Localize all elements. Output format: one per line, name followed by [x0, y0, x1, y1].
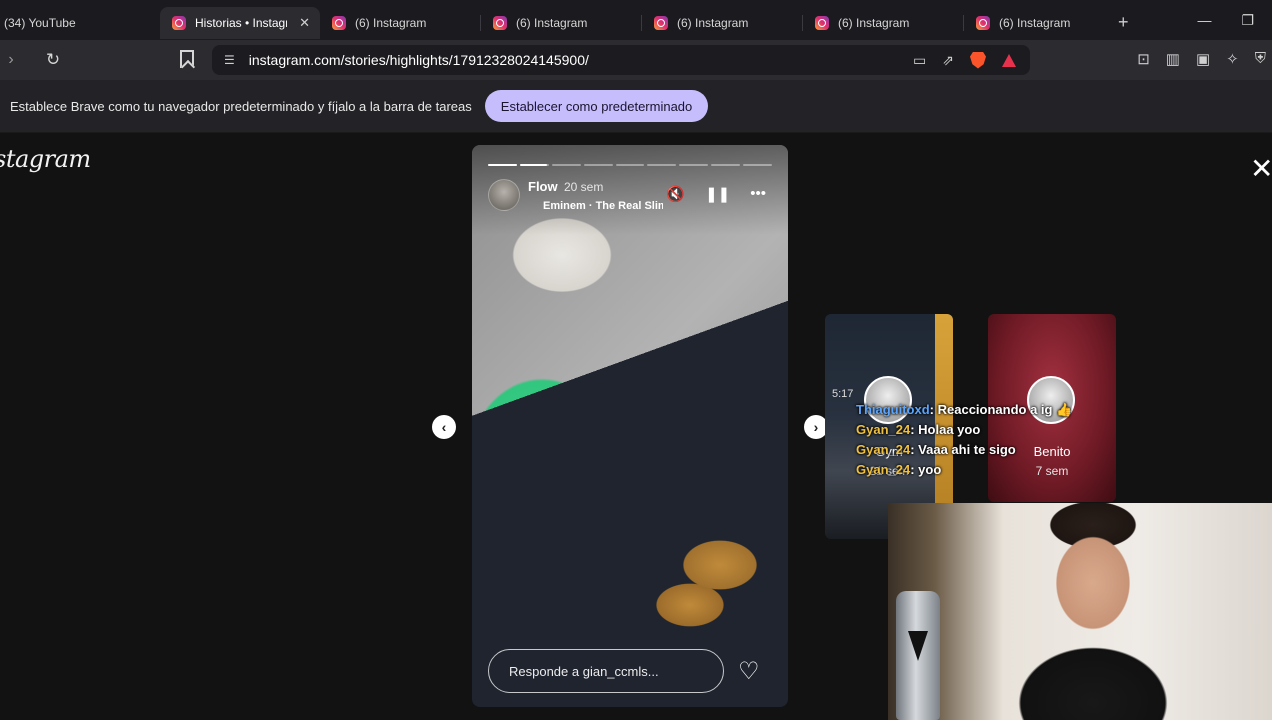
speaker-muted-icon[interactable]: 🔇 — [666, 185, 685, 203]
instagram-icon — [332, 16, 346, 30]
tab-label: (34) YouTube — [4, 16, 76, 30]
story-time: 20 sem — [564, 180, 604, 194]
chat-user: Gyan_24 — [856, 422, 911, 437]
restore-icon[interactable]: ❐ — [1241, 12, 1254, 29]
toolbar-extensions: ⊡ ▥ ▣ ✧ ⛨ — [1137, 50, 1266, 68]
story-progress-segment — [711, 164, 741, 166]
vpn-icon[interactable]: ⛨ — [1255, 50, 1266, 68]
chat-timestamp: 5:17 — [832, 388, 854, 400]
reply-input[interactable]: Responde a gian_ccmls... — [488, 649, 724, 693]
story-username[interactable]: Flow — [528, 179, 558, 194]
brave-shields-icon[interactable] — [970, 51, 986, 69]
site-settings-icon[interactable]: ☰ — [224, 53, 235, 67]
leo-ai-icon[interactable]: ✧ — [1226, 50, 1239, 68]
browser-toolbar: › ↻ ☰ instagram.com/stories/highlights/1… — [0, 40, 1272, 80]
chat-user: Thiaguitoxd — [856, 402, 930, 417]
story-progress-segment — [551, 164, 581, 166]
window-controls: — ❐ — [1197, 12, 1272, 29]
chat-message: Gyan_24: yoo — [856, 462, 942, 477]
reload-icon[interactable]: ↻ — [42, 50, 64, 70]
infobar-message: Establece Brave como tu navegador predet… — [10, 98, 472, 114]
avatar[interactable] — [488, 179, 520, 211]
webcam-overlay — [888, 503, 1272, 720]
url-text[interactable]: instagram.com/stories/highlights/1791232… — [249, 52, 589, 68]
story-progress-segment — [583, 164, 613, 166]
pause-icon[interactable]: ❚❚ — [705, 185, 730, 203]
story-controls: 🔇 ❚❚ ••• — [666, 185, 766, 203]
chat-user: Gyan_24 — [856, 442, 911, 457]
close-stories-icon[interactable]: ✕ — [1250, 155, 1272, 183]
story-progress-segment — [743, 164, 773, 166]
forward-icon[interactable]: › — [0, 51, 22, 69]
story-progress-fill — [519, 164, 548, 166]
instagram-icon — [976, 16, 990, 30]
story-progress-bar — [488, 164, 773, 166]
instagram-icon — [172, 16, 186, 30]
tab-label: (6) Instagram — [677, 16, 749, 30]
close-tab-icon[interactable]: ✕ — [293, 15, 310, 31]
more-options-icon[interactable]: ••• — [750, 185, 766, 203]
instagram-icon — [654, 16, 668, 30]
tab-instagram[interactable]: (6) Instagram — [320, 7, 480, 39]
stream-chat-overlay: Thiaguitoxd: Reaccionando a ig 👍 Gyan_24… — [856, 400, 1116, 480]
story-progress-segment — [647, 164, 677, 166]
browser-tab-bar: (34) YouTube Historias • Instagram ✕ (6)… — [0, 0, 1272, 40]
wallet-icon[interactable]: ▣ — [1196, 50, 1210, 68]
sidebar-icon[interactable]: ▥ — [1166, 50, 1180, 68]
tab-youtube[interactable]: (34) YouTube — [0, 7, 160, 39]
share-icon[interactable]: ⇗ — [942, 52, 954, 69]
address-bar[interactable]: ☰ instagram.com/stories/highlights/17912… — [212, 45, 1030, 75]
new-tab-button[interactable]: + — [1118, 12, 1129, 33]
minimize-icon[interactable]: — — [1197, 12, 1211, 29]
default-browser-infobar: Establece Brave como tu navegador predet… — [0, 80, 1272, 133]
chat-message: Gyan_24: Holaa yoo — [856, 422, 981, 437]
story-viewer[interactable]: Flow 20 sem Eminem · The Real Slim Shady… — [472, 145, 788, 707]
previous-story-button[interactable]: ‹ — [432, 415, 456, 439]
instagram-icon — [815, 16, 829, 30]
tab-instagram-stories[interactable]: Historias • Instagram ✕ — [160, 7, 320, 39]
story-progress-segment — [615, 164, 645, 166]
chat-text: yoo — [918, 462, 942, 477]
brave-rewards-icon[interactable] — [1002, 53, 1016, 67]
tab-label: (6) Instagram — [516, 16, 588, 30]
story-progress-segment — [679, 164, 709, 166]
tab-instagram[interactable]: (6) Instagram — [481, 7, 641, 39]
chat-text: Vaaa ahi te sigo — [918, 442, 1016, 457]
tab-label: (6) Instagram — [355, 16, 427, 30]
chat-text: Holaa yoo — [918, 422, 981, 437]
chat-user: Gyan_24 — [856, 462, 911, 477]
tab-label: (6) Instagram — [838, 16, 910, 30]
story-progress-segment — [519, 164, 549, 166]
story-progress-fill — [488, 164, 517, 166]
chat-message: Gyan_24: Vaaa ahi te sigo — [856, 442, 1016, 457]
tab-instagram[interactable]: (6) Instagram — [803, 7, 963, 39]
tab-instagram[interactable]: (6) Instagram — [642, 7, 802, 39]
tab-label: Historias • Instagram — [195, 16, 287, 30]
story-progress-segment — [488, 164, 517, 166]
set-default-button[interactable]: Establecer como predeterminado — [484, 90, 709, 122]
address-bar-actions: ▭ ⇗ — [913, 51, 1030, 69]
instagram-icon — [493, 16, 507, 30]
instagram-stories-page: stagram ✕ Flow 20 sem Eminem · The Real … — [0, 133, 1272, 720]
chat-text: Reaccionando a ig 👍 — [937, 402, 1073, 417]
thermos-bottle — [896, 591, 940, 720]
volcom-logo — [908, 631, 928, 661]
story-music[interactable]: Eminem · The Real Slim Shady — [543, 200, 663, 212]
tab-label: (6) Instagram — [999, 16, 1071, 30]
tab-search-icon[interactable]: ⊡ — [1137, 50, 1150, 68]
bookmark-icon[interactable] — [180, 50, 194, 68]
instagram-logo[interactable]: stagram — [0, 145, 91, 173]
heart-icon[interactable]: ♡ — [738, 657, 760, 686]
cast-icon[interactable]: ▭ — [913, 52, 926, 69]
tab-instagram[interactable]: (6) Instagram — [964, 7, 1104, 39]
chat-message: Thiaguitoxd: Reaccionando a ig 👍 — [856, 402, 1073, 417]
